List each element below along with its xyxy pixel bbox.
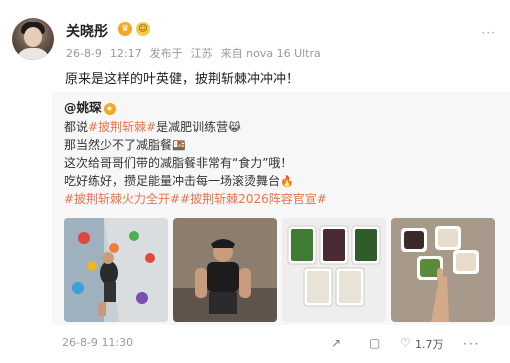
topic-link[interactable]: #披荆斩棘火力全开# [64,192,180,206]
repost-line-3: 这次给哥哥们带的减脂餐非常有“食力”哦！ [64,156,293,170]
avatar[interactable] [12,18,54,60]
post-footer: 26-8-9 11:30 ↗ ▢ ♡ 1.7万 ··· [62,336,510,352]
photo-meal-box[interactable] [391,218,495,322]
photo-climbing[interactable] [64,218,168,322]
post-time: 12:17 [109,47,142,60]
repost-line-4: 吃好练好，攒足能量冲击每一场滚烫舞台🔥 [64,172,294,189]
footer-time: 11:30 [101,336,134,349]
repost-line-2: 那当然少不了减脂餐🍱 [64,136,186,153]
post-header: 关晓彤 ♛ ☺ 26-8-9 12:17 发布于 江苏 来自 nova 16 Ultra… [12,14,498,66]
post-source-prefix: 发布于 [149,47,183,60]
repost-card[interactable]: @姚琛 ★ 都说#披荆斩棘#是减肥训练营😹 那当然少不了减脂餐🍱 这次给哥哥们带的… [52,92,510,325]
photo-training[interactable] [173,218,277,322]
repost-line-5: #披荆斩棘火力全开##披荆斩棘2026阵容官宣# [64,190,327,207]
share-icon[interactable]: ↗ [331,336,341,350]
repost-line1-prefix: 都说 [64,120,89,134]
photo-meal-prep[interactable] [282,218,386,322]
repost-line2-text: 那当然少不了减脂餐 [64,138,173,152]
cat-emoji-icon: 😹 [228,121,242,134]
post-date: 26-8-9 [66,47,102,60]
post-meta: 26-8-9 12:17 发布于 江苏 来自 nova 16 Ultra [66,45,329,61]
topic-link[interactable]: #披荆斩棘2026阵容官宣# [180,192,327,206]
footer-date: 26-8-9 [62,336,98,349]
smile-badge-icon: ☺ [136,22,150,36]
repost-author[interactable]: @姚琛 [64,100,102,115]
repost-author-line: @姚琛 ★ [64,97,116,116]
verified-icon: ★ [103,102,116,115]
meal-emoji-icon: 🍱 [172,139,186,152]
comment-icon[interactable]: ▢ [369,336,380,350]
repost-line1-text: 是减肥训练营 [156,120,229,134]
fire-emoji-icon: 🔥 [280,175,294,188]
crown-icon: ♛ [118,22,132,36]
author-name[interactable]: 关晓彤 [66,21,108,41]
repost-line4-text: 吃好练好，攒足能量冲击每一场滚烫舞台 [64,174,281,188]
post-text: 原来是这样的叶英健，披荆斩棘冲冲冲！ [65,72,300,87]
like-count: 1.7万 [415,338,444,351]
more-actions-icon[interactable]: ··· [463,337,480,351]
topic-link[interactable]: #披荆斩棘# [88,120,156,134]
post-location: 江苏 [190,47,213,60]
post-client: 来自 nova 16 Ultra [220,47,321,60]
like-icon[interactable]: ♡ [400,336,411,350]
more-options-icon[interactable]: ··· [482,26,496,40]
footer-timestamp: 26-8-9 11:30 [62,336,133,349]
repost-line-1: 都说#披荆斩棘#是减肥训练营😹 [64,118,241,135]
